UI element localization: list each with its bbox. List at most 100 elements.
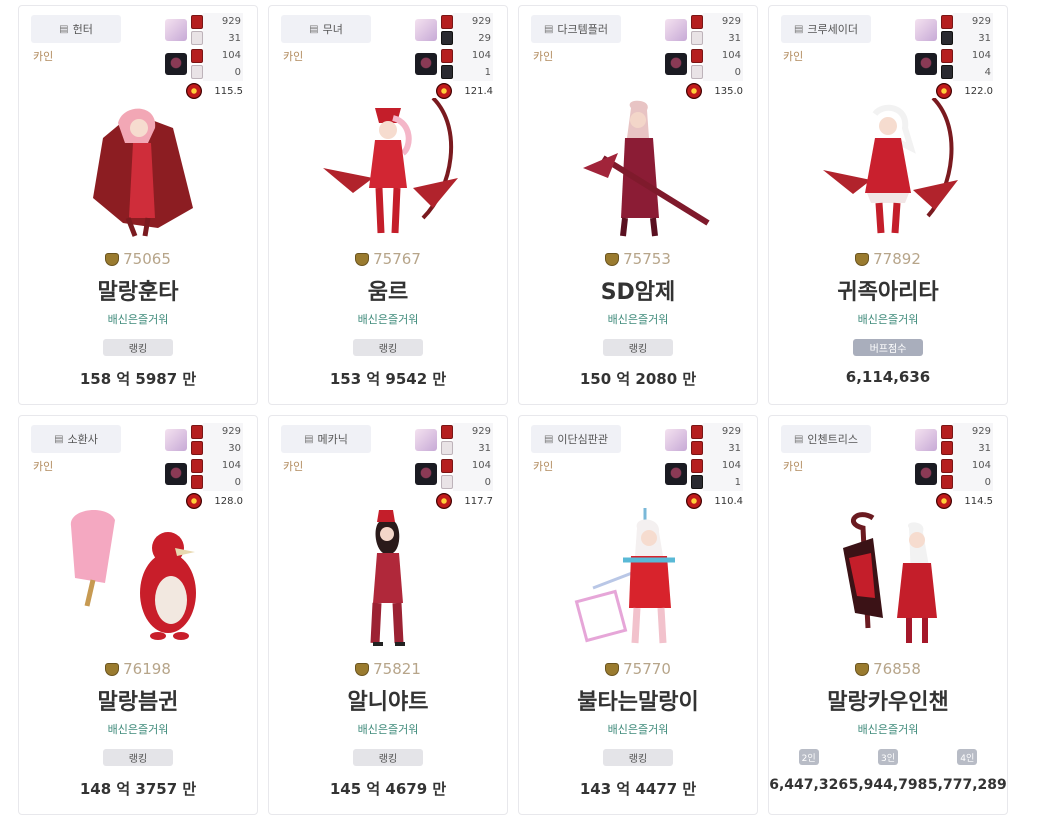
character-name[interactable]: 움르 [269, 274, 507, 306]
equip-icon [441, 459, 453, 473]
fame-value: 75767 [373, 250, 421, 268]
stat-value: 1 [734, 477, 741, 488]
equip-icon [941, 459, 953, 473]
skill-icon [686, 493, 703, 509]
job-button[interactable]: ▤ 인첸트리스 [781, 425, 871, 453]
job-button[interactable]: ▤ 무녀 [281, 15, 371, 43]
skill-icon [186, 83, 203, 99]
character-card[interactable]: ▤ 인첸트리스 카인 929 31 104 0 114.5 76858 말랑카우인챈 … [768, 415, 1008, 815]
character-card[interactable]: ▤ 무녀 카인 929 29 104 1 121.4 75767 움르 배신은즐거워 … [268, 5, 508, 405]
portrait-icon [415, 53, 437, 75]
character-name[interactable]: 말랑카우인챈 [769, 684, 1007, 716]
skill-value: 122.0 [964, 85, 993, 97]
stat-value: 29 [478, 33, 491, 44]
skill-value: 115.5 [214, 85, 243, 97]
stats-panel: 929 29 104 1 121.4 [415, 13, 493, 99]
ranking-badge: 랭킹 [103, 749, 173, 766]
stat-value: 929 [471, 426, 491, 437]
guild-name[interactable]: 배신은즐거워 [519, 721, 757, 737]
character-name[interactable]: SD암제 [519, 274, 757, 306]
stats-panel: 929 31 104 4 122.0 [915, 13, 993, 99]
stat-value: 929 [971, 16, 991, 27]
job-label: 소환사 [67, 433, 98, 446]
fame-icon [105, 252, 120, 266]
guild-name[interactable]: 배신은즐거워 [269, 721, 507, 737]
guild-name[interactable]: 배신은즐거워 [769, 721, 1007, 737]
equip-icon [441, 49, 453, 63]
character-avatar [823, 98, 958, 234]
character-avatar [574, 508, 675, 644]
job-button[interactable]: ▤ 헌터 [31, 15, 121, 43]
guild-name[interactable]: 배신은즐거워 [19, 311, 257, 327]
skill-value: 114.5 [964, 495, 993, 507]
skill-icon [936, 493, 953, 509]
job-label: 메카닉 [317, 433, 348, 446]
character-card[interactable]: ▤ 크루세이더 카인 929 31 104 4 122.0 77892 귀족아리타 배… [768, 5, 1008, 405]
party-size-badge: 3인 [877, 749, 898, 765]
job-button[interactable]: ▤ 다크템플러 [531, 15, 621, 43]
skill-icon [686, 83, 703, 99]
character-name[interactable]: 귀족아리타 [769, 274, 1007, 306]
job-icon: ▤ [793, 433, 804, 445]
equip-icon [691, 441, 703, 455]
buff-score-badge: 버프점수 [853, 339, 923, 356]
party-size-badge: 2인 [798, 749, 819, 765]
damage-score: 145 억 4679 만 [329, 780, 447, 798]
job-label: 무녀 [322, 23, 343, 36]
stats-panel: 929 31 104 0 135.0 [665, 13, 743, 99]
fame-value: 76198 [123, 660, 171, 678]
portrait-icon [415, 463, 437, 485]
character-avatar [583, 100, 710, 237]
skill-icon [436, 493, 453, 509]
character-grid: ▤ 헌터 카인 929 31 104 0 115.5 75065 말랑훈타 배신은즐거… [18, 5, 1008, 815]
fame-display: 75065 [19, 250, 257, 268]
guild-name[interactable]: 배신은즐거워 [269, 311, 507, 327]
equip-icon [441, 65, 453, 79]
stats-panel: 929 31 104 0 114.5 [915, 423, 993, 509]
equip-icon [191, 15, 203, 29]
fame-display: 75753 [519, 250, 757, 268]
server-label: 카인 [783, 460, 804, 473]
stats-panel: 929 31 104 0 117.7 [415, 423, 493, 509]
portrait-icon [915, 429, 937, 451]
guild-name[interactable]: 배신은즐거워 [519, 311, 757, 327]
job-button[interactable]: ▤ 크루세이더 [781, 15, 871, 43]
skill-value: 135.0 [714, 85, 743, 97]
fame-display: 76858 [769, 660, 1007, 678]
character-card[interactable]: ▤ 소환사 카인 929 30 104 0 128.0 76198 말랑븜귄 배신은즐… [18, 415, 258, 815]
job-label: 헌터 [72, 23, 93, 36]
stat-value: 31 [478, 443, 491, 454]
equip-icon [941, 65, 953, 79]
character-card[interactable]: ▤ 헌터 카인 929 31 104 0 115.5 75065 말랑훈타 배신은즐거… [18, 5, 258, 405]
character-name[interactable]: 불타는말랑이 [519, 684, 757, 716]
server-label: 카인 [533, 460, 554, 473]
character-avatar [323, 98, 458, 234]
equip-icon [191, 31, 203, 45]
stat-value: 929 [721, 16, 741, 27]
stat-value: 0 [484, 477, 491, 488]
stat-value: 31 [728, 33, 741, 44]
character-card[interactable]: ▤ 메카닉 카인 929 31 104 0 117.7 75821 알니야트 배신은즐… [268, 415, 508, 815]
guild-name[interactable]: 배신은즐거워 [769, 311, 1007, 327]
job-button[interactable]: ▤ 이단심판관 [531, 425, 621, 453]
skill-value: 128.0 [214, 495, 243, 507]
character-name[interactable]: 말랑븜귄 [19, 684, 257, 716]
stat-value: 104 [971, 50, 991, 61]
server-label: 카인 [33, 460, 54, 473]
equip-icon [191, 441, 203, 455]
equip-icon [691, 475, 703, 489]
character-name[interactable]: 말랑훈타 [19, 274, 257, 306]
job-button[interactable]: ▤ 메카닉 [281, 425, 371, 453]
fame-display: 75767 [269, 250, 507, 268]
character-card[interactable]: ▤ 다크템플러 카인 929 31 104 0 135.0 75753 SD암제 배신… [518, 5, 758, 405]
ranking-badge: 랭킹 [603, 749, 673, 766]
character-name[interactable]: 알니야트 [269, 684, 507, 716]
job-icon: ▤ [54, 433, 64, 445]
job-label: 다크템플러 [557, 23, 609, 36]
guild-name[interactable]: 배신은즐거워 [19, 721, 257, 737]
job-button[interactable]: ▤ 소환사 [31, 425, 121, 453]
stat-value: 104 [721, 460, 741, 471]
fame-value: 75821 [373, 660, 421, 678]
character-card[interactable]: ▤ 이단심판관 카인 929 31 104 1 110.4 75770 불타는말랑이 … [518, 415, 758, 815]
skill-icon [186, 493, 203, 509]
